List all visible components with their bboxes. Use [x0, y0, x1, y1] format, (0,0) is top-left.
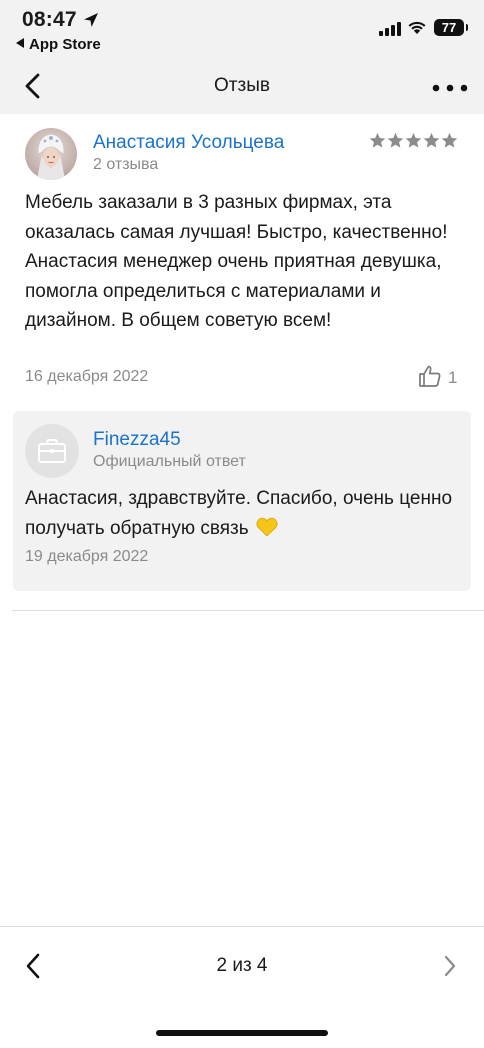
briefcase-icon [38, 439, 66, 463]
reply-text-wrapper: Анастасия, здравствуйте. Спасибо, очень … [25, 484, 465, 543]
status-time: 08:47 [22, 8, 77, 31]
battery-indicator: 77 [434, 19, 468, 36]
page-title: Отзыв [214, 75, 270, 96]
star-icon [441, 132, 458, 148]
pager-position: 2 из 4 [216, 955, 268, 976]
nav-bar: Отзыв [0, 60, 484, 114]
star-icon [405, 132, 422, 148]
star-icon [387, 132, 404, 148]
company-avatar [25, 424, 79, 478]
back-to-app-link[interactable]: App Store [16, 36, 101, 53]
star-icon [369, 132, 386, 148]
official-reply-card: Finezza45 Официальный ответ Анастасия, з… [13, 411, 471, 591]
section-divider [12, 610, 484, 611]
bottom-bar-divider [0, 926, 484, 927]
review-date: 16 декабря 2022 [25, 368, 149, 385]
reviewer-review-count: 2 отзыва [93, 156, 159, 173]
like-count: 1 [448, 368, 458, 387]
review-text: Мебель заказали в 3 разных фирмах, эта о… [25, 192, 448, 331]
back-app-label: App Store [29, 36, 101, 53]
next-review-icon[interactable] [443, 955, 457, 977]
wifi-icon [408, 21, 426, 34]
star-icon [423, 132, 440, 148]
reviewer-avatar [25, 128, 77, 180]
star-rating [369, 132, 458, 149]
official-reply-label: Официальный ответ [93, 453, 246, 470]
reply-text: Анастасия, здравствуйте. Спасибо, очень … [25, 488, 453, 539]
company-name-link[interactable]: Finezza45 [93, 429, 181, 451]
yellow-heart-icon [256, 517, 278, 537]
cellular-signal-icon [379, 22, 401, 36]
more-options-icon[interactable] [432, 84, 468, 92]
reply-date: 19 декабря 2022 [25, 548, 149, 565]
home-indicator [156, 1030, 328, 1036]
status-bar: 08:47 App Store 77 [0, 0, 484, 60]
thumbs-up-icon[interactable] [418, 364, 442, 388]
reviewer-name-link[interactable]: Анастасия Усольцева [93, 132, 284, 154]
location-arrow-icon [84, 13, 98, 27]
back-triangle-icon [16, 38, 24, 48]
